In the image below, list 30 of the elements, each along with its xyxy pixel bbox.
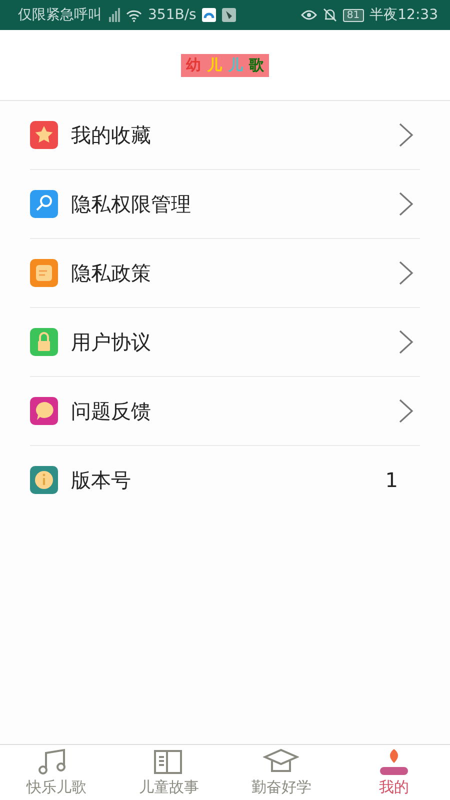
bell-muted-icon [322,8,337,22]
menu-item[interactable]: 用户协议 [30,308,420,377]
wifi-icon [126,8,142,22]
chevron-icon [398,191,414,217]
menu-item[interactable]: 版本号 1 [30,446,420,514]
eye-icon [300,9,317,21]
version-number: 1 [385,468,398,492]
menu-item[interactable]: 隐私政策 [30,239,420,308]
menu-label: 问题反馈 [71,398,152,424]
menu-item[interactable]: 我的收藏 [30,101,420,170]
network-speed: 351B/s [148,7,196,23]
app-logo: 幼 儿 儿 歌 [181,54,269,76]
chevron-icon [398,122,414,148]
chevron-icon [398,260,414,286]
chevron-icon [398,329,414,355]
signal-icon [108,8,120,22]
menu-item[interactable]: 隐私权限管理 [30,170,420,239]
menu-label: 用户协议 [71,328,152,356]
menu-label: 隐私政策 [71,260,152,286]
clock-time: 半夜12:33 [370,6,438,24]
app-icon [202,8,216,22]
menu-item[interactable]: 问题反馈 [30,377,420,446]
menu-label: 我的收藏 [71,122,152,148]
battery-level: 81 [342,8,364,22]
carrier-text: 仅限紧急呼叫 [18,6,102,24]
app-icon [222,8,236,22]
tab[interactable]: 我的 [338,745,450,800]
menu-label: 版本号 [71,466,132,494]
chevron-icon [398,398,414,424]
menu-label: 隐私权限管理 [71,190,192,218]
